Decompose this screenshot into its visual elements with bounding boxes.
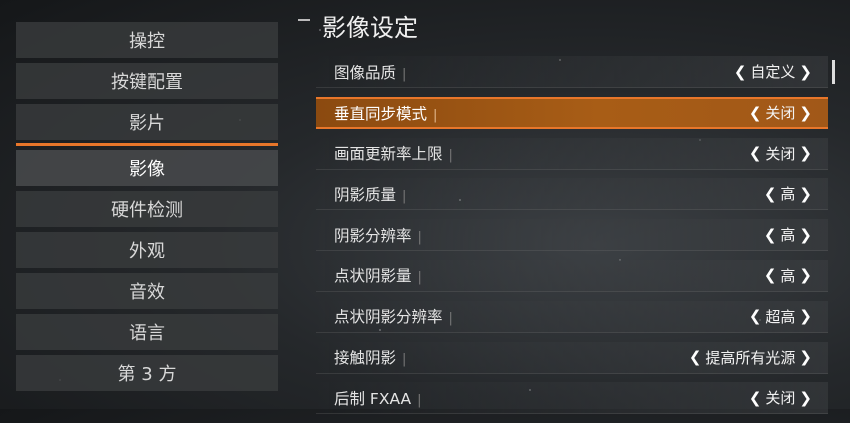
setting-row-contact-shadows[interactable]: 接触阴影 ❮ 提高所有光源 ❯ xyxy=(316,341,828,374)
setting-value: 高 xyxy=(780,185,796,204)
setting-row-post-fxaa[interactable]: 后制 FXAA ❮ 关闭 ❯ xyxy=(316,382,828,415)
setting-value: 自定义 xyxy=(750,63,796,81)
menu-item-label: 硬件检测 xyxy=(111,200,183,221)
settings-list: 图像品质 ❮ 自定义 ❯ 垂直同步模式 ❮ 关闭 ❯ 画面更新率上限 ❮ 关闭 … xyxy=(316,56,828,423)
chevron-right-icon[interactable]: ❯ xyxy=(799,185,812,203)
chevron-right-icon[interactable]: ❯ xyxy=(799,104,812,122)
menu-item-appearance[interactable]: 外观 xyxy=(16,232,278,268)
setting-label: 图像品质 xyxy=(334,61,406,83)
menu-item-graphics[interactable]: 影像 xyxy=(16,150,278,186)
setting-row-point-shadow-resolution[interactable]: 点状阴影分辨率 ❮ 超高 ❯ xyxy=(316,300,828,333)
setting-selector: ❮ 高 ❯ xyxy=(760,265,816,286)
setting-label: 阴影质量 xyxy=(334,183,406,205)
menu-item-hardware-check[interactable]: 硬件检测 xyxy=(16,191,278,227)
scrollbar[interactable] xyxy=(832,60,835,84)
chevron-left-icon[interactable]: ❮ xyxy=(764,266,777,284)
menu-item-key-bindings[interactable]: 按键配置 xyxy=(16,63,278,99)
menu-item-audio[interactable]: 音效 xyxy=(16,273,278,309)
setting-selector: ❮ 关闭 ❯ xyxy=(745,143,816,164)
setting-row-shadow-resolution[interactable]: 阴影分辨率 ❮ 高 ❯ xyxy=(316,219,828,252)
page-title: 影像设定 xyxy=(322,14,418,42)
setting-value: 超高 xyxy=(765,307,796,326)
setting-value: 关闭 xyxy=(765,104,796,123)
left-menu: 操控 按键配置 影片 影像 硬件检测 外观 音效 语言 第 3 方 xyxy=(16,22,278,396)
chevron-left-icon[interactable]: ❮ xyxy=(734,63,747,81)
setting-selector: ❮ 关闭 ❯ xyxy=(745,387,816,408)
setting-selector: ❮ 提高所有光源 ❯ xyxy=(685,347,816,368)
menu-item-label: 操控 xyxy=(129,31,165,52)
chevron-right-icon[interactable]: ❯ xyxy=(799,226,812,244)
chevron-left-icon[interactable]: ❮ xyxy=(749,104,762,122)
menu-item-controls[interactable]: 操控 xyxy=(16,22,278,58)
setting-label: 阴影分辨率 xyxy=(334,224,422,246)
setting-value: 关闭 xyxy=(765,389,796,408)
menu-item-label: 按键配置 xyxy=(111,72,183,93)
chevron-right-icon[interactable]: ❯ xyxy=(799,144,812,162)
setting-label: 后制 FXAA xyxy=(334,387,422,409)
setting-selector: ❮ 关闭 ❯ xyxy=(745,102,816,123)
menu-item-label: 音效 xyxy=(129,282,165,303)
menu-item-label: 影像 xyxy=(129,159,165,180)
chevron-left-icon[interactable]: ❮ xyxy=(749,389,762,407)
menu-item-label: 语言 xyxy=(129,323,165,344)
active-indicator xyxy=(16,143,278,146)
chevron-left-icon[interactable]: ❮ xyxy=(749,144,762,162)
menu-item-video[interactable]: 影片 xyxy=(16,104,278,140)
setting-label: 垂直同步模式 xyxy=(334,102,437,124)
setting-value: 高 xyxy=(780,226,796,245)
chevron-left-icon[interactable]: ❮ xyxy=(764,226,777,244)
setting-row-point-shadow-count[interactable]: 点状阴影量 ❮ 高 ❯ xyxy=(316,259,828,292)
chevron-right-icon[interactable]: ❯ xyxy=(799,63,812,81)
setting-label: 点状阴影分辨率 xyxy=(334,305,453,327)
chevron-right-icon[interactable]: ❯ xyxy=(799,348,812,366)
menu-item-label: 外观 xyxy=(129,241,165,262)
menu-item-third-party[interactable]: 第 3 方 xyxy=(16,355,278,391)
setting-row-shadow-quality[interactable]: 阴影质量 ❮ 高 ❯ xyxy=(316,178,828,211)
menu-item-label: 第 3 方 xyxy=(117,364,177,385)
setting-value: 提高所有光源 xyxy=(705,348,796,367)
chevron-left-icon[interactable]: ❮ xyxy=(764,185,777,203)
setting-selector: ❮ 高 ❯ xyxy=(760,183,816,204)
menu-item-label: 影片 xyxy=(129,113,165,134)
chevron-right-icon[interactable]: ❯ xyxy=(799,266,812,284)
chevron-right-icon[interactable]: ❯ xyxy=(799,389,812,407)
setting-row-image-quality[interactable]: 图像品质 ❮ 自定义 ❯ xyxy=(316,56,828,88)
title-dash xyxy=(298,19,310,21)
chevron-right-icon[interactable]: ❯ xyxy=(799,307,812,325)
setting-selector: ❮ 自定义 ❯ xyxy=(730,61,816,82)
setting-label: 画面更新率上限 xyxy=(334,142,453,164)
setting-row-vsync[interactable]: 垂直同步模式 ❮ 关闭 ❯ xyxy=(316,96,828,129)
setting-value: 高 xyxy=(780,266,796,285)
menu-item-language[interactable]: 语言 xyxy=(16,314,278,350)
chevron-left-icon[interactable]: ❮ xyxy=(749,307,762,325)
setting-label: 接触阴影 xyxy=(334,346,406,368)
setting-value: 关闭 xyxy=(765,144,796,163)
setting-label: 点状阴影量 xyxy=(334,264,422,286)
setting-selector: ❮ 高 ❯ xyxy=(760,224,816,245)
setting-row-frame-rate-limit[interactable]: 画面更新率上限 ❮ 关闭 ❯ xyxy=(316,137,828,170)
chevron-left-icon[interactable]: ❮ xyxy=(689,348,702,366)
setting-selector: ❮ 超高 ❯ xyxy=(745,306,816,327)
